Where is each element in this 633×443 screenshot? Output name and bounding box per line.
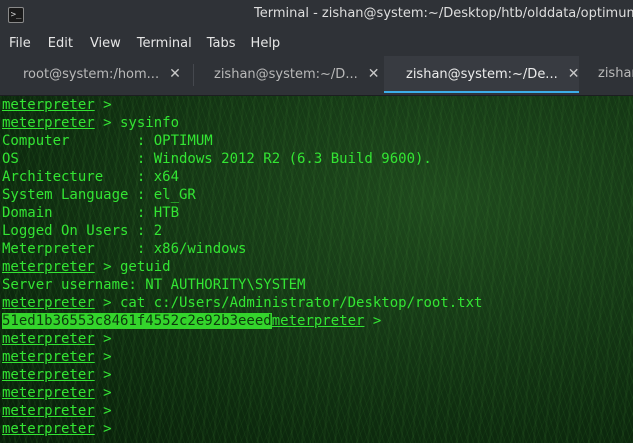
- prompt: meterpreter: [271, 313, 365, 329]
- prompt: meterpreter: [2, 367, 95, 383]
- line-text: >: [94, 331, 112, 347]
- line-text: >: [94, 367, 112, 383]
- prompt: meterpreter: [2, 295, 95, 311]
- window-title: Terminal - zishan@system:~/Desktop/htb/o…: [254, 6, 633, 21]
- tab-label: zishan@system:~/D...: [214, 67, 358, 82]
- close-icon[interactable]: ✕: [568, 66, 580, 82]
- terminal-line: OS : Windows 2012 R2 (6.3 Build 9600).: [2, 151, 432, 167]
- prompt: meterpreter: [2, 421, 95, 437]
- terminal-line: Logged On Users : 2: [2, 223, 163, 239]
- terminal-line: meterpreter >: [2, 366, 112, 384]
- terminal-line: meterpreter >: [2, 384, 112, 402]
- line-text: >: [94, 349, 112, 365]
- menu-help[interactable]: Help: [251, 36, 281, 51]
- menu-terminal[interactable]: Terminal: [137, 36, 192, 51]
- terminal-output[interactable]: meterpreter > meterpreter > sysinfo Comp…: [0, 96, 633, 443]
- terminal-line: meterpreter >: [2, 402, 112, 420]
- tab-label: root@system:/hom...: [23, 67, 160, 82]
- tab-zishan-3[interactable]: zishan: [598, 56, 633, 93]
- prompt: meterpreter: [2, 349, 95, 365]
- menu-view[interactable]: View: [90, 36, 121, 51]
- selected-flag-text[interactable]: 51ed1b36553c8461f4552c2e92b3eeed: [2, 313, 272, 329]
- terminal-line: Server username: NT AUTHORITY\SYSTEM: [2, 277, 306, 293]
- prompt: meterpreter: [2, 259, 95, 275]
- prompt: meterpreter: [2, 403, 95, 419]
- line-text: > sysinfo: [94, 115, 180, 131]
- line-text: >: [94, 421, 112, 437]
- menu-tabs[interactable]: Tabs: [207, 36, 236, 51]
- terminal-line: meterpreter >: [2, 420, 112, 438]
- tab-zishan-active[interactable]: zishan@system:~/De... ✕: [384, 56, 579, 93]
- tab-label: zishan@system:~/De...: [406, 67, 558, 82]
- terminal-line: Domain : HTB: [2, 205, 180, 221]
- terminal-line: System Language : el_GR: [2, 187, 196, 203]
- line-text: >: [94, 385, 112, 401]
- terminal-line: meterpreter >: [2, 348, 112, 366]
- terminal-line: meterpreter >: [2, 330, 112, 348]
- menu-file[interactable]: File: [9, 36, 31, 51]
- terminal-line: Meterpreter : x86/windows: [2, 241, 247, 257]
- title-bar: >_ Terminal - zishan@system:~/Desktop/ht…: [0, 0, 633, 30]
- close-icon[interactable]: ✕: [169, 66, 181, 82]
- terminal-line: meterpreter > getuid: [2, 258, 171, 276]
- close-icon[interactable]: ✕: [368, 66, 380, 82]
- line-text: >: [364, 313, 382, 329]
- tab-zishan-1[interactable]: zishan@system:~/D... ✕: [214, 56, 379, 93]
- prompt: meterpreter: [2, 331, 95, 347]
- menu-edit[interactable]: Edit: [48, 36, 73, 51]
- menu-bar: File Edit View Terminal Tabs Help: [0, 30, 633, 56]
- tab-root[interactable]: root@system:/hom... ✕: [23, 56, 181, 93]
- prompt: meterpreter: [2, 115, 95, 131]
- tab-label: zishan: [598, 66, 633, 81]
- terminal-line: meterpreter > sysinfo: [2, 114, 179, 132]
- line-text: >: [94, 403, 112, 419]
- terminal-line: meterpreter >: [2, 96, 112, 114]
- terminal-line: Architecture : x64: [2, 169, 180, 185]
- terminal-line: meterpreter > cat c:/Users/Administrator…: [2, 294, 482, 312]
- line-text: > getuid: [94, 259, 171, 275]
- prompt: meterpreter: [2, 385, 95, 401]
- tab-divider: [193, 64, 194, 86]
- tab-bar: root@system:/hom... ✕ zishan@system:~/D..…: [0, 56, 633, 96]
- line-text: > cat c:/Users/Administrator/Desktop/roo…: [94, 295, 483, 311]
- terminal-line: 51ed1b36553c8461f4552c2e92b3eeedmeterpre…: [2, 312, 381, 330]
- line-text: >: [94, 97, 112, 113]
- terminal-icon[interactable]: >_: [8, 7, 24, 23]
- terminal-line: Computer : OPTIMUM: [2, 133, 213, 149]
- prompt: meterpreter: [2, 97, 95, 113]
